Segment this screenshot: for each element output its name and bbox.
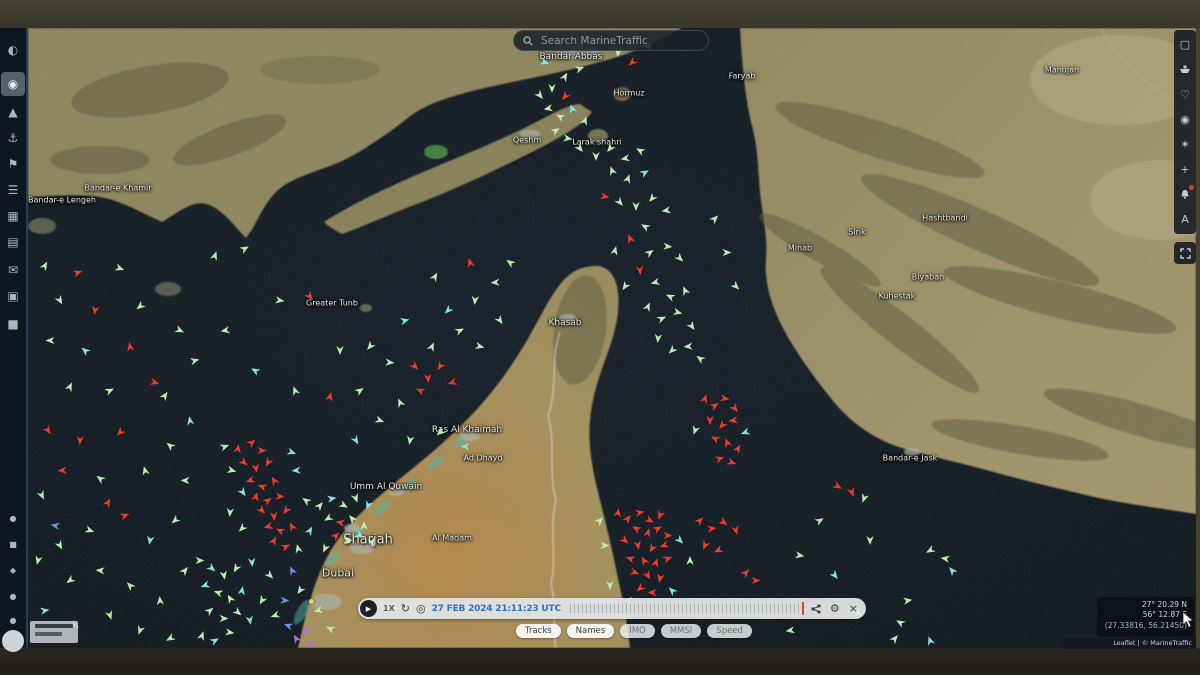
map-attribution: Leaflet | © MarineTraffic	[1063, 638, 1196, 649]
fleet-ship-icon[interactable]	[1174, 58, 1196, 80]
filter-pill-tracks[interactable]: Tracks	[516, 624, 561, 638]
vessels-icon[interactable]: ▲	[1, 100, 25, 124]
favorites-icon[interactable]: ♡	[1174, 83, 1196, 105]
search-input[interactable]	[539, 34, 699, 48]
pin-icon[interactable]: ◆	[1, 558, 25, 582]
coordinate-decimal: (27.33816, 56.21450)	[1104, 620, 1187, 631]
notifications-icon[interactable]	[1174, 183, 1196, 205]
letterbox-top	[0, 0, 1200, 28]
measure-tool-icon[interactable]: +	[1174, 158, 1196, 180]
timeline-datetime: 27 FEB 2024 21:11:23 UTC	[432, 604, 561, 614]
timeline-player: ▶ 1X ↻ ◎ 27 FEB 2024 21:11:23 UTC ⚙ ×	[358, 598, 866, 619]
areas-icon[interactable]: ▤	[1, 230, 25, 254]
point-icon[interactable]: ●	[1, 584, 25, 608]
scale-bar-secondary	[35, 632, 62, 636]
user-avatar[interactable]	[2, 630, 24, 652]
coordinate-lat: 27° 20.29 N	[1104, 600, 1187, 610]
play-button[interactable]: ▶	[360, 600, 377, 617]
play-icon: ▶	[366, 605, 371, 613]
globe-icon[interactable]: ◉	[1174, 108, 1196, 130]
scale-widget	[30, 621, 78, 643]
fullscreen-icon	[1180, 248, 1191, 259]
marker-icon[interactable]: ●	[1, 608, 25, 632]
share-icon[interactable]	[811, 604, 821, 614]
filter-pill-names[interactable]: Names	[567, 624, 615, 638]
close-icon[interactable]: ×	[849, 603, 858, 614]
coordinates-readout: 27° 20.29 N 56° 12.87 E (27.33816, 56.21…	[1097, 597, 1194, 637]
filter-pill-imo[interactable]: IMO	[620, 624, 655, 638]
filter-pill-speed[interactable]: Speed	[707, 624, 752, 638]
folder-icon[interactable]: ▣	[1, 284, 25, 308]
photos-icon[interactable]: ▦	[1, 204, 25, 228]
logo-icon[interactable]: ◐	[1, 38, 25, 62]
coordinate-lon: 56° 12.87 E	[1104, 610, 1187, 620]
letterbox-right	[1196, 28, 1200, 648]
timeline-scrubber[interactable]	[567, 604, 805, 613]
vessel-marker[interactable]	[309, 599, 314, 604]
right-toolbar: ▢ ♡ ◉ ✶ + A	[1174, 30, 1196, 234]
ports-icon[interactable]: ⚑	[1, 152, 25, 176]
draw-icon[interactable]: ■	[1, 532, 25, 556]
bounds-icon[interactable]: ▢	[1174, 33, 1196, 55]
measure-icon[interactable]: ●	[1, 506, 25, 530]
search-icon	[523, 36, 533, 46]
anchor-icon[interactable]: ⚓	[1, 126, 25, 150]
loop-icon[interactable]: ↻	[401, 603, 410, 614]
left-toolbar: ◐◉▲⚓⚑☰▦▤✉▣■●■◆●●	[0, 28, 28, 648]
search-bar[interactable]	[513, 30, 709, 51]
filters-icon[interactable]: ☰	[1, 178, 25, 202]
mouse-cursor	[1181, 611, 1195, 629]
satellite-terrain	[28, 28, 1196, 648]
display-filters: Tracks Names IMO MMSI Speed	[516, 624, 752, 638]
playback-speed[interactable]: 1X	[383, 604, 395, 613]
fullscreen-button[interactable]	[1174, 242, 1196, 264]
scale-bar	[35, 624, 73, 628]
timeline-playhead[interactable]	[802, 602, 804, 615]
star-icon[interactable]: ✶	[1174, 133, 1196, 155]
letterbox-bottom	[0, 648, 1200, 675]
messages-icon[interactable]: ✉	[1, 258, 25, 282]
labels-icon[interactable]: A	[1174, 208, 1196, 230]
tools-icon[interactable]: ■	[1, 312, 25, 336]
layers-icon[interactable]: ◉	[1, 72, 25, 96]
filter-pill-mmsi[interactable]: MMSI	[661, 624, 702, 638]
settings-gear-icon[interactable]: ⚙	[830, 603, 840, 614]
recenter-icon[interactable]: ◎	[416, 603, 426, 614]
notification-badge	[1189, 185, 1194, 190]
map-canvas[interactable]: Bandar AbbasHormuzLarak shahriQeshmBanda…	[28, 28, 1196, 648]
